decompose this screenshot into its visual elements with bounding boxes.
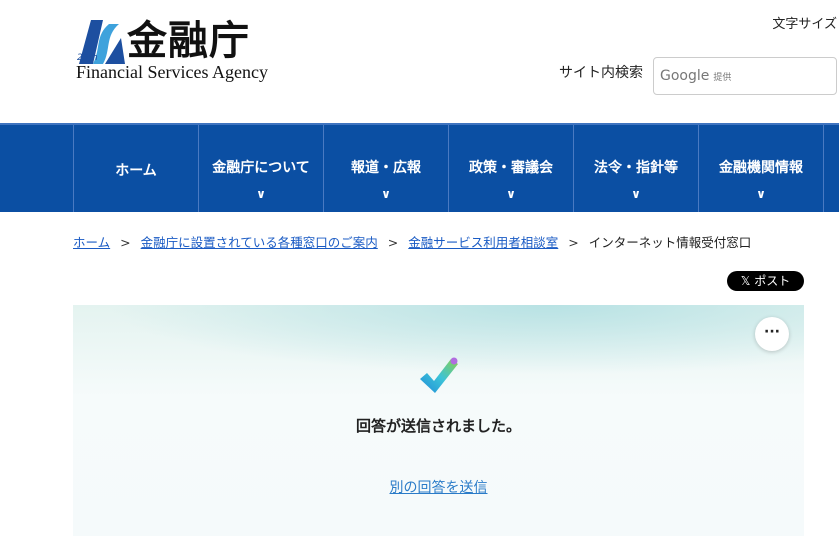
nav-label: 法令・指針等 (594, 160, 678, 176)
confirmation-message: 回答が送信されました。 (355, 417, 521, 435)
logo-title: 金融庁 (127, 18, 250, 64)
nav-policy[interactable]: 政策・審議会 ∨ (448, 125, 573, 212)
breadcrumb-consultation[interactable]: 金融サービス利用者相談室 (408, 235, 558, 250)
search-placeholder: Google (660, 68, 710, 84)
breadcrumb-separator: > (568, 235, 579, 250)
breadcrumb-separator: > (387, 235, 399, 250)
x-post-button[interactable]: 𝕏 ポスト (727, 271, 804, 291)
nav-label: 金融庁について (212, 160, 310, 176)
breadcrumb-home[interactable]: ホーム (73, 235, 110, 250)
breadcrumb-current: インターネット情報受付窓口 (588, 235, 752, 250)
chevron-down-icon: ∨ (756, 187, 766, 201)
nav-label: 政策・審議会 (469, 160, 553, 176)
chevron-down-icon: ∨ (381, 187, 391, 201)
chevron-down-icon: ∨ (256, 187, 266, 201)
nav-about[interactable]: 金融庁について ∨ (198, 125, 323, 212)
nav-home[interactable]: ホーム (73, 125, 198, 212)
text-size-label: 文字サイズ (772, 17, 837, 32)
nav-institutions[interactable]: 金融機関情報 ∨ (698, 125, 823, 212)
breadcrumb-contacts[interactable]: 金融庁に設置されている各種窓口のご案内 (141, 235, 378, 250)
fsa-logo-mark-icon: 25th (77, 20, 125, 64)
search-label: サイト内検索 (559, 65, 643, 81)
chevron-down-icon: ∨ (631, 187, 641, 201)
chevron-down-icon: ∨ (506, 187, 516, 201)
form-confirmation: ··· 回答が送信されました。 別の回答を送信 (73, 305, 804, 536)
nav-laws[interactable]: 法令・指針等 ∨ (573, 125, 698, 212)
more-options-button[interactable]: ··· (755, 317, 789, 351)
breadcrumb-separator: > (120, 235, 131, 250)
search-provided: 提供 (713, 73, 732, 83)
nav-label: 金融機関情報 (719, 160, 803, 176)
checkmark-icon (420, 357, 458, 393)
site-logo[interactable]: 25th 金融庁 Financial Services Agency (75, 16, 270, 84)
logo-subtitle: Financial Services Agency (76, 62, 268, 82)
nav-press[interactable]: 報道・広報 ∨ (323, 125, 448, 212)
nav-more[interactable] (823, 125, 839, 212)
nav-label: ホーム (115, 163, 157, 179)
site-search-input[interactable]: Google 提供 (653, 57, 837, 95)
nav-label: 報道・広報 (351, 160, 421, 176)
global-nav: ホーム 金融庁について ∨ 報道・広報 ∨ 政策・審議会 ∨ 法令・指針等 ∨ 金融機関… (0, 123, 839, 212)
breadcrumb: ホーム > 金融庁に設置されている各種窓口のご案内 > 金融サービス利用者相談室 > インタ… (73, 232, 751, 251)
submit-another-link[interactable]: 別の回答を送信 (390, 480, 488, 496)
